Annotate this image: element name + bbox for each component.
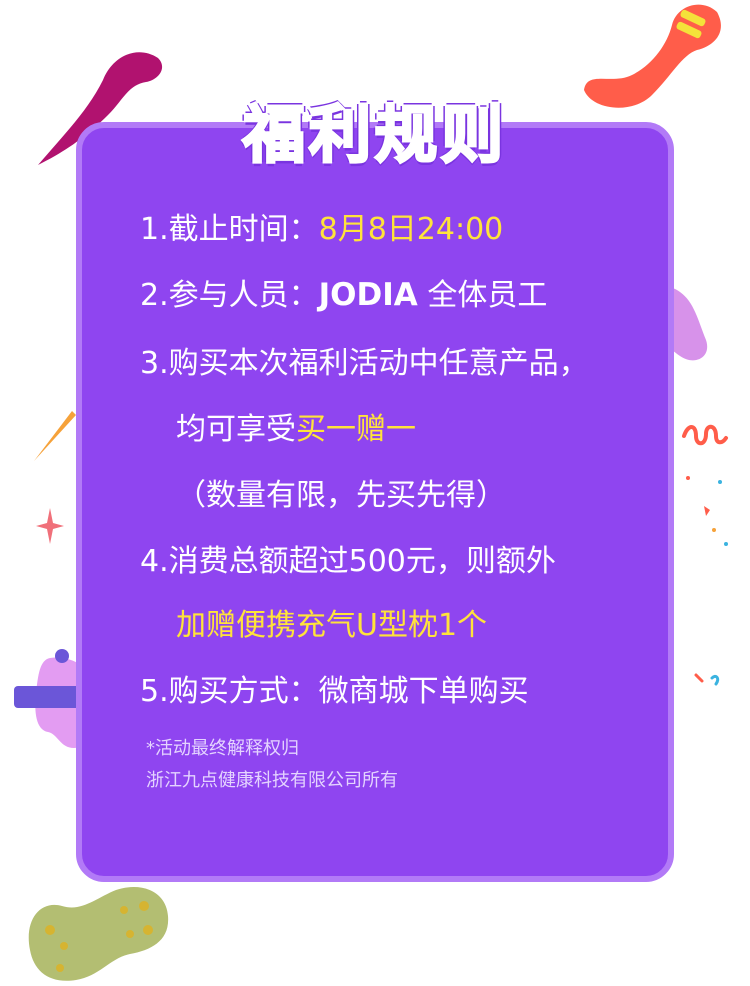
rule-3-line-3: （数量有限，先买先得） bbox=[176, 478, 506, 513]
footer-note-2: 浙江九点健康科技有限公司所有 bbox=[146, 770, 398, 791]
coral-squiggle-decoration bbox=[682, 424, 728, 446]
rule-4-line-2: 加赠便携充气U型枕1个 bbox=[176, 608, 488, 643]
orange-stroke-decoration bbox=[34, 411, 76, 461]
footer-note-1: *活动最终解释权归 bbox=[146, 738, 299, 759]
brand-name: JODIA bbox=[318, 277, 418, 313]
rule-4-line-1: 4.消费总额超过500元，则额外 bbox=[140, 544, 556, 579]
olive-blob-decoration bbox=[28, 887, 169, 981]
rule-1-deadline: 8月8日24:00 bbox=[318, 212, 504, 247]
rule-2: 2.参与人员：JODIA 全体员工 bbox=[140, 270, 547, 314]
rule-1-label: 1.截止时间： bbox=[140, 212, 319, 247]
rule-2-label: 2.参与人员： bbox=[140, 278, 319, 313]
rule-3-line-2: 均可享受买一赠一 bbox=[176, 404, 416, 448]
confetti-decoration bbox=[686, 476, 728, 686]
rule-5: 5.购买方式：微商城下单购买 bbox=[140, 674, 529, 709]
rule-2-participants: 全体员工 bbox=[417, 278, 548, 313]
rule-1: 1.截止时间：8月8日24:00 bbox=[140, 204, 503, 248]
page-title: 福利规则 bbox=[241, 97, 507, 173]
rule-3-prefix: 均可享受 bbox=[176, 412, 296, 447]
rule-3-line-1: 3.购买本次福利活动中任意产品， bbox=[140, 346, 589, 381]
rule-3-highlight: 买一赠一 bbox=[296, 412, 416, 447]
sparkle-decoration bbox=[36, 508, 64, 544]
